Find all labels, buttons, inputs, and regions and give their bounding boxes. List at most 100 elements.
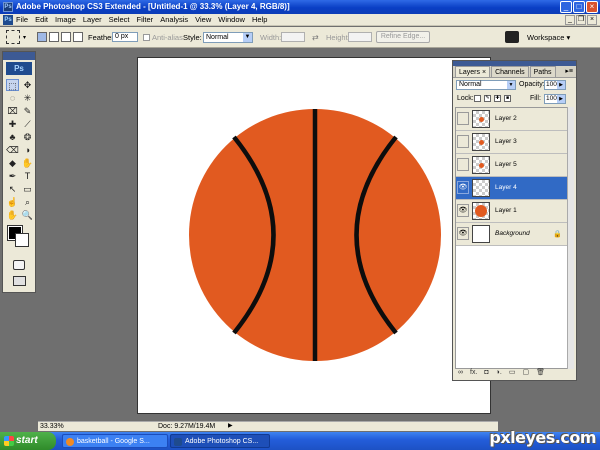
visibility-eye-icon[interactable] <box>457 112 469 125</box>
tool-icon[interactable]: T <box>21 170 34 182</box>
add-selection-mode-button[interactable] <box>49 32 59 42</box>
tool-icon[interactable]: ♣ <box>6 131 19 143</box>
tool-icon[interactable]: ✥ <box>21 79 34 91</box>
adjustment-layer-icon[interactable]: ◑. <box>496 368 502 378</box>
layer-name: Layer 5 <box>495 161 517 168</box>
tool-icon[interactable]: ◆ <box>6 157 19 169</box>
tab-close-icon[interactable]: × <box>482 69 486 76</box>
layer-row[interactable]: 👁 Layer 1 <box>456 200 567 223</box>
tool-icon[interactable]: ▭ <box>21 183 34 195</box>
new-group-icon[interactable]: ▭ <box>509 368 516 378</box>
visibility-eye-icon[interactable] <box>457 158 469 171</box>
tool-icon[interactable]: ◑ <box>21 144 34 156</box>
workspace-button[interactable]: Workspace ▾ <box>527 33 570 42</box>
status-bar: 33.33% Doc: 9.27M/19.4M ▶ <box>38 421 498 431</box>
quick-mask-icon[interactable] <box>13 260 25 270</box>
new-selection-mode-button[interactable] <box>37 32 47 42</box>
rectangular-marquee-icon[interactable] <box>6 30 20 44</box>
layer-row[interactable]: Layer 2 <box>456 108 567 131</box>
minimize-button[interactable]: _ <box>560 1 572 13</box>
layer-thumbnail <box>472 156 490 174</box>
toolbox-header[interactable] <box>3 52 35 60</box>
tool-icon[interactable]: ⟋ <box>21 118 34 130</box>
tool-icon[interactable]: ✋ <box>6 209 19 221</box>
zoom-level[interactable]: 33.33% <box>40 422 64 431</box>
menu-file[interactable]: File <box>16 15 28 25</box>
width-input[interactable] <box>281 32 305 42</box>
tool-icon[interactable]: ↖ <box>6 183 19 195</box>
opacity-input[interactable]: 100% ▶ <box>544 80 566 90</box>
status-menu-arrow-icon[interactable]: ▶ <box>228 422 233 431</box>
subtract-selection-mode-button[interactable] <box>61 32 71 42</box>
tab-channels[interactable]: Channels <box>491 66 529 77</box>
opacity-label: Opacity: <box>519 81 545 88</box>
tool-icon[interactable]: ✎ <box>21 105 34 117</box>
panel-menu-icon[interactable]: ▸≡ <box>565 66 576 77</box>
menu-filter[interactable]: Filter <box>137 15 154 25</box>
visibility-eye-icon[interactable]: 👁 <box>457 227 469 240</box>
style-select[interactable]: Normal ▼ <box>203 32 253 43</box>
tool-preset-caret-icon[interactable]: ▾ <box>23 34 26 41</box>
visibility-eye-icon[interactable]: 👁 <box>457 181 469 194</box>
tab-layers[interactable]: Layers × <box>455 66 491 77</box>
link-layers-icon[interactable]: ∞ <box>458 368 463 378</box>
menu-edit[interactable]: Edit <box>35 15 48 25</box>
lock-label: Lock: <box>457 95 474 102</box>
tool-icon[interactable]: ❂ <box>21 131 34 143</box>
tool-icon[interactable]: ✚ <box>6 118 19 130</box>
workspace-icon[interactable] <box>505 31 519 43</box>
menu-view[interactable]: View <box>195 15 211 25</box>
background-color-swatch[interactable] <box>15 233 29 247</box>
visibility-eye-icon[interactable]: 👁 <box>457 204 469 217</box>
tool-icon[interactable]: ✋ <box>21 157 34 169</box>
tool-icon[interactable]: ⌕ <box>21 196 34 208</box>
screen-mode-icon[interactable] <box>12 276 26 286</box>
lock-all-icon[interactable]: ■ <box>504 95 511 102</box>
layer-style-icon[interactable]: fx. <box>470 368 477 378</box>
lock-transparent-icon[interactable] <box>474 95 481 102</box>
tab-paths[interactable]: Paths <box>529 66 556 77</box>
new-layer-icon[interactable]: ▢ <box>522 368 529 378</box>
tool-icon[interactable]: 🔍 <box>21 209 34 221</box>
menu-help[interactable]: Help <box>252 15 267 25</box>
menu-select[interactable]: Select <box>109 15 130 25</box>
doc-restore-button[interactable]: ❐ <box>576 15 586 25</box>
tool-icon[interactable]: ⌧ <box>6 105 19 117</box>
layer-row[interactable]: 👁 Background 🔒 <box>456 223 567 246</box>
start-button[interactable]: start <box>0 432 56 450</box>
height-input[interactable] <box>348 32 372 42</box>
intersect-selection-mode-button[interactable] <box>73 32 83 42</box>
antialias-checkbox[interactable] <box>143 34 150 41</box>
taskbar-item-photoshop[interactable]: Adobe Photoshop CS... <box>170 434 270 448</box>
doc-minimize-button[interactable]: _ <box>565 15 575 25</box>
tool-icon[interactable]: ☝ <box>6 196 19 208</box>
tool-icon[interactable]: ✒ <box>6 170 19 182</box>
blend-mode-select[interactable]: Normal ▼ <box>456 80 516 90</box>
maximize-button[interactable]: □ <box>573 1 585 13</box>
menu-layer[interactable]: Layer <box>83 15 102 25</box>
lock-image-icon[interactable]: ✎ <box>484 95 491 102</box>
document-canvas[interactable] <box>137 57 491 414</box>
refine-edge-button[interactable]: Refine Edge... <box>376 31 430 43</box>
layers-scrollbar[interactable] <box>567 107 574 369</box>
tool-icon[interactable]: ⌫ <box>6 144 19 156</box>
menu-window[interactable]: Window <box>218 15 245 25</box>
tool-icon[interactable]: ✳ <box>21 92 34 104</box>
feather-input[interactable]: 0 px <box>112 32 138 42</box>
visibility-eye-icon[interactable] <box>457 135 469 148</box>
doc-close-button[interactable]: × <box>587 15 597 25</box>
layer-row[interactable]: Layer 3 <box>456 131 567 154</box>
lock-position-icon[interactable]: ✚ <box>494 95 501 102</box>
swap-dimensions-icon[interactable]: ⇄ <box>312 33 319 42</box>
layer-row[interactable]: 👁 Layer 4 <box>456 177 567 200</box>
tool-icon[interactable]: ◌ <box>6 92 19 104</box>
layer-row[interactable]: Layer 5 <box>456 154 567 177</box>
layer-mask-icon[interactable]: ◘ <box>484 368 488 378</box>
menu-image[interactable]: Image <box>55 15 76 25</box>
delete-layer-icon[interactable]: 🗑 <box>536 368 545 378</box>
close-button[interactable]: × <box>586 1 598 13</box>
tool-icon[interactable]: ⬚ <box>6 79 19 91</box>
fill-input[interactable]: 100% ▶ <box>544 94 566 104</box>
menu-analysis[interactable]: Analysis <box>160 15 188 25</box>
taskbar-item-browser[interactable]: basketball - Google S... <box>62 434 168 448</box>
